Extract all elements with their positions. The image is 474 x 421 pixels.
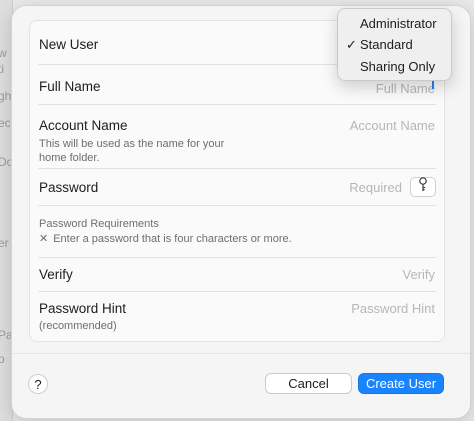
background-text: ti	[0, 62, 4, 76]
password-hint-row: Password Hint (recommended) Password Hin…	[38, 292, 436, 340]
account-name-label: Account Name	[39, 118, 128, 133]
help-button[interactable]: ?	[28, 374, 48, 394]
background-text: ec	[0, 116, 11, 130]
menu-item-administrator[interactable]: Administrator	[360, 16, 437, 31]
password-row: Password Required	[38, 169, 436, 206]
password-label: Password	[39, 180, 99, 195]
account-name-help-line1: This will be used as the name for your	[39, 138, 225, 150]
background-text: w	[0, 46, 7, 60]
verify-label: Verify	[39, 267, 73, 282]
checkmark-icon: ✓	[346, 37, 357, 52]
password-requirements-title: Password Requirements	[39, 218, 159, 230]
footer-divider	[12, 353, 470, 354]
full-name-field[interactable]: Full Name	[376, 81, 435, 96]
password-assistant-button[interactable]	[410, 177, 436, 197]
cancel-button[interactable]: Cancel	[265, 373, 352, 394]
full-name-label: Full Name	[39, 79, 101, 94]
verify-row: Verify Verify	[38, 258, 436, 292]
menu-item-sharing-only[interactable]: Sharing Only	[360, 59, 435, 74]
account-name-field[interactable]: Account Name	[350, 118, 435, 133]
create-user-button[interactable]: Create User	[358, 373, 444, 394]
password-hint-field[interactable]: Password Hint	[351, 301, 435, 316]
user-type-menu: Administrator ✓ Standard Sharing Only	[337, 8, 452, 81]
x-mark-icon: ✕	[39, 233, 49, 245]
background-text: gh	[0, 89, 12, 103]
password-requirements-row: Password Requirements ✕ Enter a password …	[38, 206, 436, 258]
password-requirement-item: ✕ Enter a password that is four character…	[39, 232, 292, 246]
key-icon	[418, 177, 428, 197]
account-name-help-line2: home folder.	[39, 152, 100, 164]
menu-item-standard[interactable]: Standard	[360, 37, 413, 52]
account-name-row: Account Name This will be used as the na…	[38, 105, 436, 169]
password-hint-sublabel: (recommended)	[39, 320, 117, 332]
background-text: Pa	[0, 328, 13, 342]
background-text: o	[0, 352, 5, 366]
password-requirement-text: Enter a password that is four characters…	[53, 233, 292, 245]
new-user-label: New User	[39, 37, 99, 52]
help-icon: ?	[34, 376, 42, 392]
background-text: er	[0, 236, 9, 250]
password-field[interactable]: Required	[349, 180, 402, 195]
verify-field[interactable]: Verify	[402, 267, 435, 282]
password-hint-label: Password Hint	[39, 301, 127, 316]
